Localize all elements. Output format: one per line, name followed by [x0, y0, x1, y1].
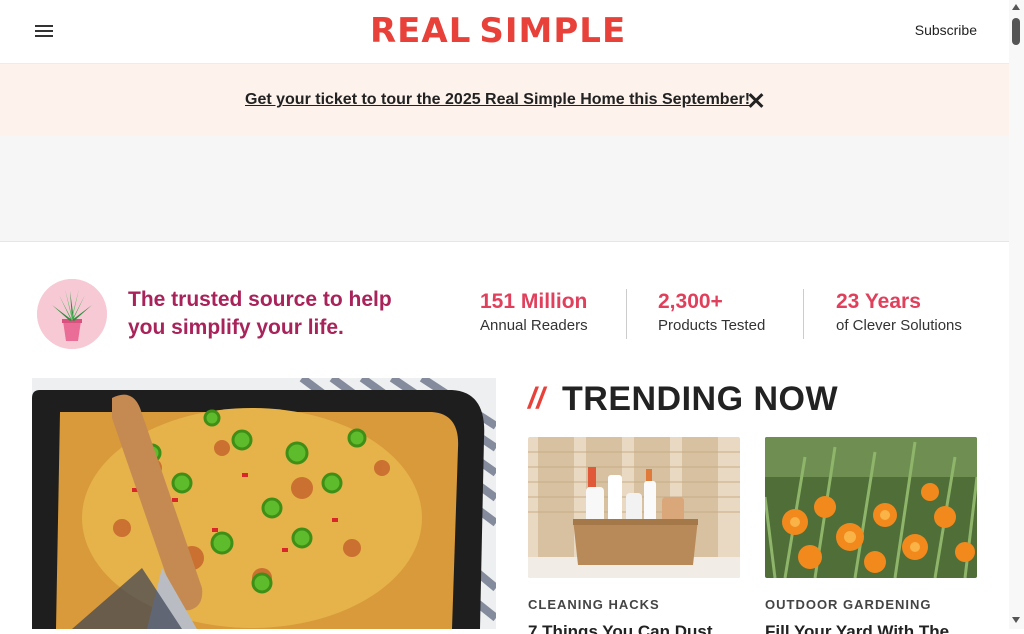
card-image-cleaning[interactable] — [528, 437, 740, 578]
stat-value: 151 Million — [480, 290, 588, 313]
hero-image[interactable] — [32, 378, 496, 629]
logo-simple: SIMPLE — [479, 11, 627, 51]
stat-value: 23 Years — [836, 290, 921, 313]
trending-card[interactable]: CLEANING HACKS 7 Things You Can Dust — [528, 437, 740, 634]
stat-products: 2,300+ Products Tested — [658, 289, 765, 339]
trending-card[interactable]: OUTDOOR GARDENING Fill Your Yard With Th… — [765, 437, 977, 634]
logo-real: REAL — [370, 11, 472, 51]
scrollbar[interactable] — [1009, 0, 1024, 629]
stat-label: Annual Readers — [480, 317, 588, 334]
trending-title: TRENDING NOW — [562, 380, 839, 418]
site-logo[interactable]: REAL SIMPLE — [370, 13, 638, 49]
stat-years: 23 Years of Clever Solutions — [836, 289, 962, 339]
scroll-thumb[interactable] — [1012, 18, 1020, 45]
stat-label: of Clever Solutions — [836, 317, 962, 334]
stat-readers: 151 Million Annual Readers — [480, 289, 588, 339]
stat-divider — [626, 289, 627, 339]
stat-value: 2,300+ — [658, 290, 723, 313]
stat-label: Products Tested — [658, 317, 766, 334]
ad-placeholder — [0, 136, 1009, 242]
card-title[interactable]: Fill Your Yard With The — [765, 620, 977, 634]
scroll-up-icon[interactable] — [1012, 4, 1020, 10]
trust-headline: The trusted source to help you simplify … — [128, 288, 392, 339]
scroll-down-icon[interactable] — [1012, 617, 1020, 623]
card-image-gardening[interactable] — [765, 437, 977, 578]
subscribe-link[interactable]: Subscribe — [915, 22, 977, 38]
close-icon[interactable] — [744, 89, 768, 113]
promo-banner: Get your ticket to tour the 2025 Real Si… — [0, 64, 1009, 136]
card-tag[interactable]: OUTDOOR GARDENING — [765, 597, 977, 612]
site-header: REAL SIMPLE Subscribe — [0, 0, 1009, 64]
card-tag[interactable]: CLEANING HACKS — [528, 597, 740, 612]
card-title[interactable]: 7 Things You Can Dust — [528, 620, 740, 634]
trending-slashes: // — [528, 382, 545, 415]
promo-link[interactable]: Get your ticket to tour the 2025 Real Si… — [245, 91, 750, 109]
plant-icon — [37, 279, 107, 349]
menu-icon[interactable] — [32, 22, 56, 42]
stat-divider — [803, 289, 804, 339]
